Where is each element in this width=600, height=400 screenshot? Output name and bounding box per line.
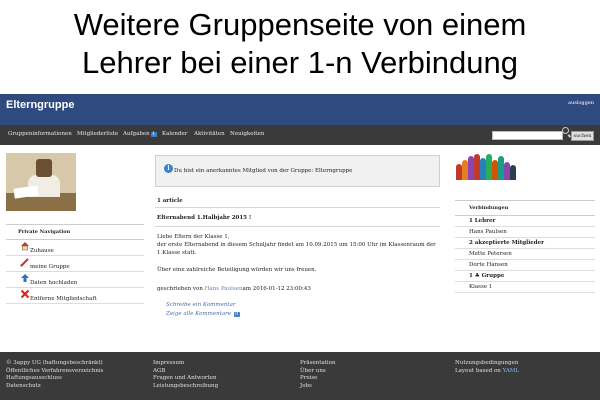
sidebar-item-label: Entferne Mitgliedschaft xyxy=(30,296,97,302)
footer-link[interactable]: Fragen und Antworten xyxy=(153,375,218,383)
house-icon xyxy=(21,242,29,251)
page-headline: Weitere Gruppenseite von einem Lehrer be… xyxy=(0,0,600,92)
footer-link[interactable]: Impressum xyxy=(153,360,218,368)
sidebar-item-label: Daten hochladen xyxy=(30,280,78,286)
footer-link[interactable]: Öffentliches Verfahrensverzeichnis xyxy=(6,368,104,376)
footer-link[interactable]: Präsentation xyxy=(300,360,336,368)
upload-icon xyxy=(21,274,29,282)
connections-row: 1 ♣ Gruppe xyxy=(455,271,595,282)
nav-item-tasks[interactable]: Aufgaben 1 xyxy=(123,131,157,137)
connections-title: Verbindungen xyxy=(455,200,595,216)
connections-row[interactable]: Hans Paulsen xyxy=(455,227,595,238)
layout-prefix: Layout based on xyxy=(455,367,503,374)
app-title[interactable]: Elterngruppe xyxy=(6,99,74,111)
info-icon: i xyxy=(164,164,173,173)
notice-text: Du bist ein anerkanntes Mitglied von der… xyxy=(174,168,353,174)
headline-line-2: Lehrer bei einer 1-n Verbindung xyxy=(81,45,519,80)
tasks-count-badge: 1 xyxy=(150,132,157,137)
membership-notice: i Du bist ein anerkanntes Mitglied von d… xyxy=(155,155,440,187)
article-byline: geschrieben von Hans Paulsenam 2016-01-1… xyxy=(157,285,311,293)
headline-line-1: Weitere Gruppenseite von einem xyxy=(73,7,527,42)
connections-row[interactable]: Klasse 1 xyxy=(455,282,595,293)
yaml-link[interactable]: YAML xyxy=(503,368,519,374)
search-input[interactable] xyxy=(492,131,563,140)
footer-link[interactable]: AGB xyxy=(153,368,218,376)
private-navigation: Private Navigation Zuhause meine Gruppe … xyxy=(6,224,144,304)
byline-suffix: am 2016-01-12 23:00:43 xyxy=(242,286,311,292)
top-bar: Elterngruppe ausloggen xyxy=(0,94,600,125)
private-navigation-title: Private Navigation xyxy=(6,224,144,240)
connections-row: 2 akzeptierte Mitglieder xyxy=(455,238,595,249)
nav-item-group-info[interactable]: Gruppeninformationen xyxy=(8,131,72,137)
remove-icon xyxy=(20,289,30,299)
footer-copyright: © 3appy UG (haftungsbeschränkt) xyxy=(6,360,103,366)
nav-item-members[interactable]: Mitgliederliste xyxy=(77,131,118,137)
sidebar-item-remove-membership[interactable]: Entferne Mitgliedschaft xyxy=(6,288,144,304)
profile-image xyxy=(6,153,76,211)
article-line-3: Über eine zahlreiche Beteiligung würden … xyxy=(157,267,317,273)
footer-link[interactable]: Preise xyxy=(300,375,336,383)
divider xyxy=(155,226,440,227)
footer-layout-credit: Layout based on YAML xyxy=(455,368,519,376)
connections-row: 1 Lehrer xyxy=(455,216,595,227)
logout-link[interactable]: ausloggen xyxy=(568,100,594,106)
nav-item-activities[interactable]: Aktivitäten xyxy=(194,131,225,137)
footer-column-4: Nutzungsbedingungen Layout based on YAML xyxy=(455,360,519,375)
sidebar-item-label: meine Gruppe xyxy=(30,264,70,270)
article-line-2: 1.Klasse statt. xyxy=(157,250,197,256)
footer-column-2: Impressum AGB Fragen und Antworten Leist… xyxy=(153,360,218,391)
write-comment-link[interactable]: Schreibe ein Kommentar xyxy=(166,302,235,308)
nav-item-tasks-label: Aufgaben xyxy=(123,131,150,137)
footer-link[interactable]: Datenschutz xyxy=(6,383,104,391)
footer-link[interactable]: Leistungsbeschreibung xyxy=(153,383,218,391)
footer-link[interactable]: Haftungsausschluss xyxy=(6,375,104,383)
sidebar-item-home[interactable]: Zuhause xyxy=(6,240,144,256)
nav-item-news[interactable]: Neuigkeiten xyxy=(230,131,264,137)
footer-link[interactable]: Jobs xyxy=(300,383,336,391)
group-image xyxy=(456,152,516,180)
connections-panel: Verbindungen 1 Lehrer Hans Paulsen 2 akz… xyxy=(455,200,595,293)
footer-column-3: Präsentation Über uns Preise Jobs xyxy=(300,360,336,391)
nav-item-calendar[interactable]: Kalender xyxy=(162,131,187,137)
article-title[interactable]: Elternabend 1.Halbjahr 2015 ! xyxy=(157,215,251,221)
search-button[interactable]: suchen xyxy=(571,131,594,141)
footer-column-1: © 3appy UG (haftungsbeschränkt) Öffentli… xyxy=(6,360,104,391)
sidebar-item-label: Zuhause xyxy=(30,248,54,254)
sidebar-item-my-group[interactable]: meine Gruppe xyxy=(6,256,144,272)
connections-row[interactable]: Dorte Hansen xyxy=(455,260,595,271)
byline-prefix: geschrieben von xyxy=(157,286,205,292)
pencil-icon xyxy=(20,258,29,267)
footer: © 3appy UG (haftungsbeschränkt) Öffentli… xyxy=(0,352,600,400)
footer-link[interactable]: Nutzungsbedingungen xyxy=(455,360,519,368)
comment-count-badge: 0 xyxy=(233,312,240,317)
search-icon xyxy=(562,127,569,134)
show-comments-link[interactable]: Zeige alle Kommentare xyxy=(166,311,231,317)
article-count: 1 article xyxy=(157,198,183,204)
show-comments-row: Zeige alle Kommentare 0 xyxy=(166,311,240,317)
article-greeting: Liebe Eltern der Klasse 1, xyxy=(157,234,230,240)
article-line-1: der erste Elternabend in diesem Schuljah… xyxy=(157,242,436,248)
footer-link[interactable]: Über uns xyxy=(300,368,336,376)
author-link[interactable]: Hans Paulsen xyxy=(205,286,243,292)
divider xyxy=(155,207,440,208)
connections-row[interactable]: Mette Petersen xyxy=(455,249,595,260)
sidebar-item-upload[interactable]: Daten hochladen xyxy=(6,272,144,288)
